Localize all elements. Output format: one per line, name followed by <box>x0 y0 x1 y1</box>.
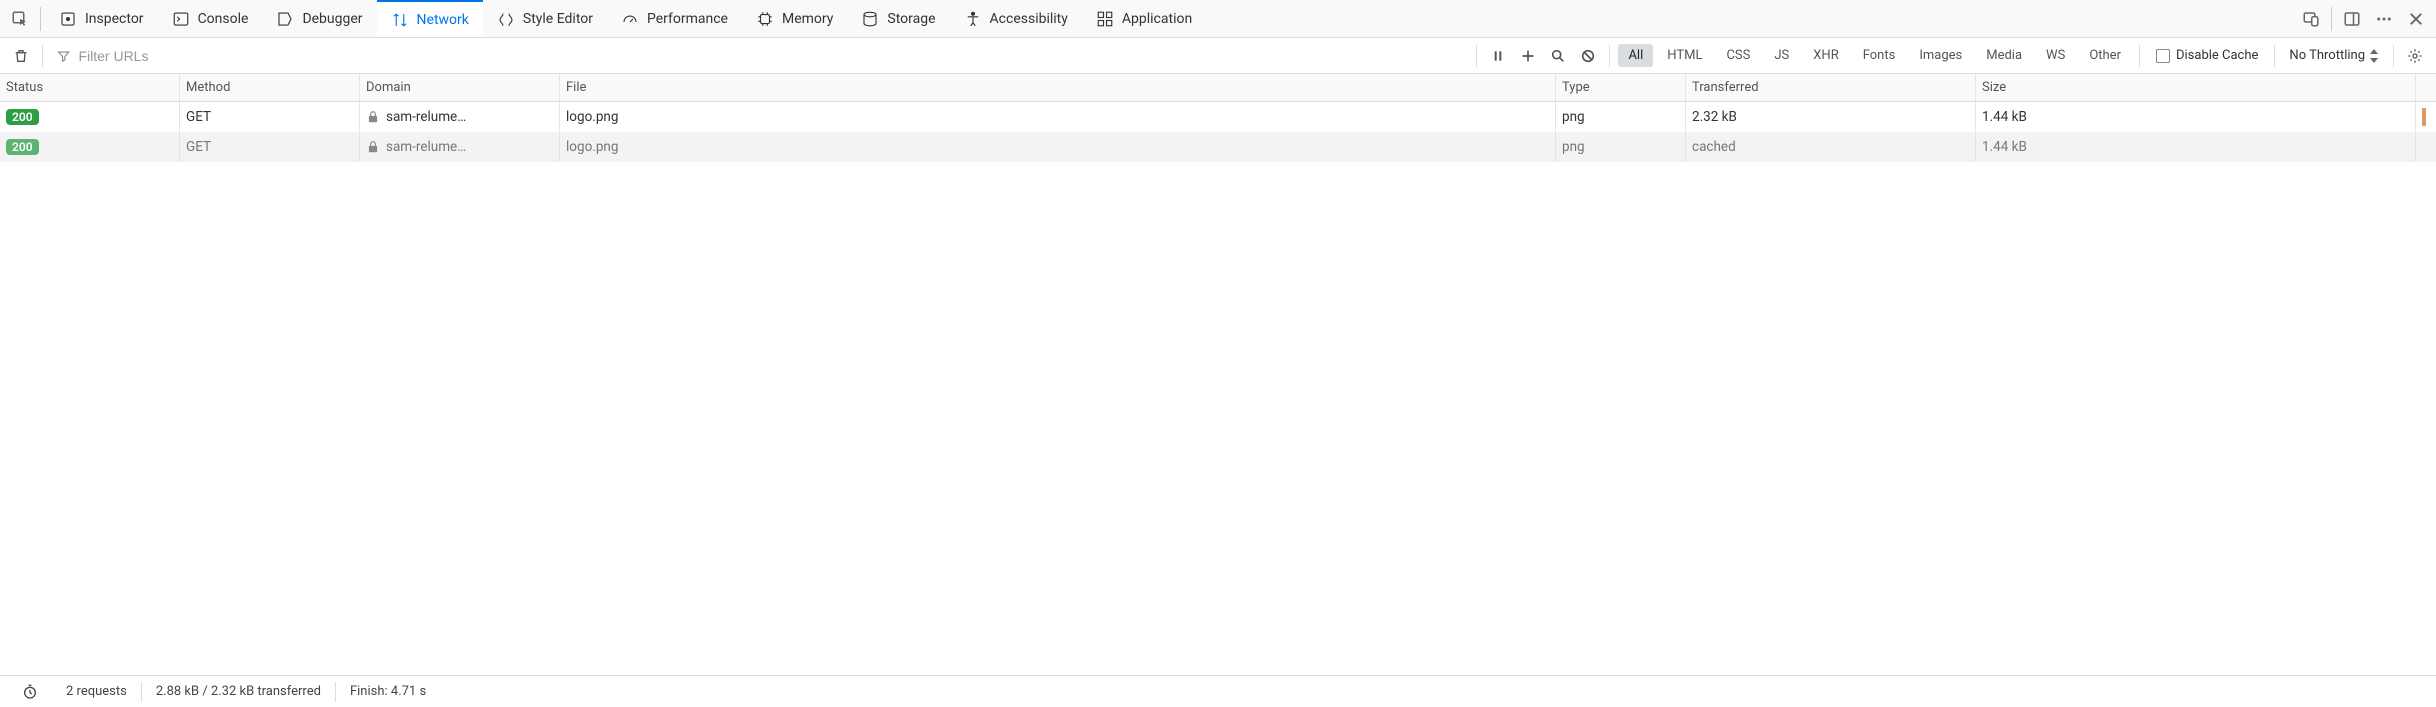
network-status-bar: 2 requests 2.88 kB / 2.32 kB transferred… <box>0 675 2436 707</box>
cell-file: logo.png <box>560 102 1556 132</box>
col-header-file[interactable]: File <box>560 74 1556 101</box>
divider <box>2139 45 2140 67</box>
col-header-waterfall[interactable] <box>2416 74 2436 101</box>
disable-cache-label: Disable Cache <box>2176 48 2258 63</box>
throttling-label: No Throttling <box>2289 48 2365 63</box>
col-header-status[interactable]: Status <box>0 74 180 101</box>
performance-analysis-button[interactable] <box>8 676 52 707</box>
tab-label: Accessibility <box>990 11 1068 27</box>
pick-element-button[interactable] <box>4 3 36 35</box>
tab-performance[interactable]: Performance <box>607 0 742 37</box>
tab-label: Application <box>1122 11 1192 27</box>
divider <box>2274 45 2275 67</box>
col-header-type[interactable]: Type <box>1556 74 1686 101</box>
requests-table-body: 200 GET sam-relume… logo.png png 2.32 kB… <box>0 102 2436 675</box>
filter-css[interactable]: CSS <box>1716 44 1760 67</box>
cell-method: GET <box>180 102 360 132</box>
tab-console[interactable]: Console <box>158 0 263 37</box>
col-header-domain[interactable]: Domain <box>360 74 560 101</box>
tab-label: Storage <box>887 11 935 27</box>
filter-all[interactable]: All <box>1618 44 1653 67</box>
tab-label: Console <box>198 11 249 27</box>
requests-table-header: Status Method Domain File Type Transferr… <box>0 74 2436 102</box>
divider <box>42 45 43 67</box>
devtools-tab-bar: Inspector Console Debugger Network Style… <box>0 0 2436 38</box>
tab-label: Debugger <box>302 11 362 27</box>
status-badge: 200 <box>6 139 39 155</box>
table-row[interactable]: 200 GET sam-relume… logo.png png 2.32 kB… <box>0 102 2436 132</box>
cell-waterfall <box>2416 102 2436 132</box>
stopwatch-icon <box>22 684 38 700</box>
divider <box>40 7 41 31</box>
cell-size: 1.44 kB <box>1976 132 2416 162</box>
block-requests-button[interactable] <box>1573 41 1603 71</box>
pause-recording-button[interactable] <box>1483 41 1513 71</box>
filter-images[interactable]: Images <box>1909 44 1972 67</box>
status-transferred: 2.88 kB / 2.32 kB transferred <box>142 676 335 707</box>
tab-label: Inspector <box>85 11 144 27</box>
cell-type: png <box>1556 102 1686 132</box>
tab-application[interactable]: Application <box>1082 0 1206 37</box>
sort-icon <box>2369 49 2379 63</box>
status-requests: 2 requests <box>52 676 141 707</box>
tab-style-editor[interactable]: Style Editor <box>483 0 607 37</box>
close-devtools-button[interactable] <box>2400 3 2432 35</box>
status-badge: 200 <box>6 109 39 125</box>
tab-label: Style Editor <box>523 11 593 27</box>
filter-fonts[interactable]: Fonts <box>1853 44 1906 67</box>
tab-accessibility[interactable]: Accessibility <box>950 0 1082 37</box>
filter-js[interactable]: JS <box>1764 44 1799 67</box>
filter-media[interactable]: Media <box>1976 44 2032 67</box>
search-button[interactable] <box>1543 41 1573 71</box>
col-header-transferred[interactable]: Transferred <box>1686 74 1976 101</box>
col-header-size[interactable]: Size <box>1976 74 2416 101</box>
filter-ws[interactable]: WS <box>2036 44 2075 67</box>
type-filters: All HTML CSS JS XHR Fonts Images Media W… <box>1616 44 2133 67</box>
tab-inspector[interactable]: Inspector <box>45 0 158 37</box>
filter-html[interactable]: HTML <box>1657 44 1712 67</box>
divider <box>2331 7 2332 31</box>
cell-size: 1.44 kB <box>1976 102 2416 132</box>
throttling-dropdown[interactable]: No Throttling <box>2281 48 2387 63</box>
checkbox-box <box>2156 49 2170 63</box>
divider <box>2393 45 2394 67</box>
settings-gear-button[interactable] <box>2400 41 2430 71</box>
cell-domain: sam-relume… <box>360 102 560 132</box>
cell-transferred: 2.32 kB <box>1686 102 1976 132</box>
network-toolbar: All HTML CSS JS XHR Fonts Images Media W… <box>0 38 2436 74</box>
responsive-mode-button[interactable] <box>2295 3 2327 35</box>
dock-side-button[interactable] <box>2336 3 2368 35</box>
tab-label: Memory <box>782 11 833 27</box>
disable-cache-checkbox[interactable]: Disable Cache <box>2156 48 2258 63</box>
lock-icon <box>366 110 380 124</box>
filter-other[interactable]: Other <box>2079 44 2131 67</box>
add-request-button[interactable] <box>1513 41 1543 71</box>
cell-method: GET <box>180 132 360 162</box>
tab-label: Performance <box>647 11 728 27</box>
table-row[interactable]: 200 GET sam-relume… logo.png png cached … <box>0 132 2436 162</box>
status-finish: Finish: 4.71 s <box>336 676 440 707</box>
cell-domain: sam-relume… <box>360 132 560 162</box>
filter-input[interactable] <box>78 48 601 64</box>
tab-memory[interactable]: Memory <box>742 0 847 37</box>
lock-icon <box>366 140 380 154</box>
divider <box>1476 45 1477 67</box>
cell-file: logo.png <box>560 132 1556 162</box>
tab-debugger[interactable]: Debugger <box>262 0 376 37</box>
filter-urls-field[interactable] <box>49 38 609 73</box>
more-menu-button[interactable] <box>2368 3 2400 35</box>
tab-storage[interactable]: Storage <box>847 0 949 37</box>
tab-network[interactable]: Network <box>377 0 483 37</box>
cell-type: png <box>1556 132 1686 162</box>
tab-label: Network <box>417 12 469 28</box>
clear-requests-button[interactable] <box>6 41 36 71</box>
cell-transferred: cached <box>1686 132 1976 162</box>
cell-waterfall <box>2416 132 2436 162</box>
col-header-method[interactable]: Method <box>180 74 360 101</box>
funnel-icon <box>57 49 70 63</box>
filter-xhr[interactable]: XHR <box>1803 44 1848 67</box>
divider <box>1609 45 1610 67</box>
